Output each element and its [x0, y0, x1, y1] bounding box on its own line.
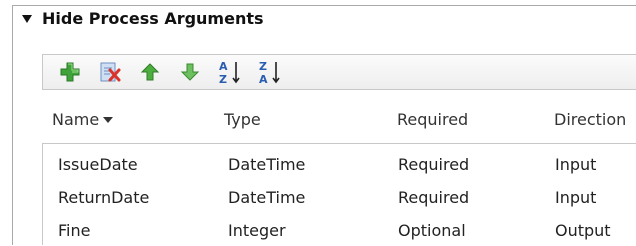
svg-text:A: A [219, 60, 228, 73]
cell-name: IssueDate [58, 155, 138, 174]
column-header-required[interactable]: Required [397, 108, 468, 130]
table-row[interactable]: ReturnDate DateTime Required Input [43, 183, 636, 213]
column-header-name[interactable]: Name [52, 108, 114, 130]
sort-descending-button[interactable]: Z A [257, 59, 283, 85]
svg-text:A: A [259, 73, 268, 85]
section-header[interactable]: Hide Process Arguments [22, 6, 264, 30]
cell-required: Required [398, 188, 470, 207]
sort-ascending-button[interactable]: A Z [217, 59, 243, 85]
column-header-label: Type [224, 109, 261, 129]
column-header-label: Direction [554, 109, 627, 129]
cell-direction: Input [555, 155, 597, 174]
add-icon [60, 62, 80, 82]
arguments-grid: IssueDate DateTime Required Input Return… [42, 143, 636, 245]
section-title: Hide Process Arguments [42, 8, 264, 28]
sort-descending-icon: Z A [259, 60, 280, 85]
svg-text:Z: Z [259, 60, 267, 73]
column-header-type[interactable]: Type [224, 108, 261, 130]
column-header-direction[interactable]: Direction [554, 108, 626, 130]
table-row[interactable]: IssueDate DateTime Required Input [43, 150, 636, 180]
delete-icon [100, 62, 121, 82]
table-row[interactable]: Fine Integer Optional Output [43, 216, 636, 246]
cell-direction: Input [555, 188, 597, 207]
column-header-label: Name [52, 109, 100, 129]
sort-ascending-icon: A Z [219, 60, 240, 85]
cell-type: DateTime [228, 188, 306, 207]
move-up-icon [140, 63, 160, 81]
collapse-arrow-icon[interactable] [22, 14, 32, 23]
move-down-button[interactable] [177, 59, 203, 85]
cell-name: ReturnDate [58, 188, 150, 207]
svg-text:Z: Z [219, 73, 227, 85]
cell-direction: Output [555, 221, 611, 240]
add-argument-button[interactable] [57, 59, 83, 85]
cell-type: DateTime [228, 155, 306, 174]
cell-type: Integer [228, 221, 286, 240]
cell-required: Optional [398, 221, 466, 240]
delete-argument-button[interactable] [97, 59, 123, 85]
sort-caret-icon [103, 117, 114, 123]
cell-required: Required [398, 155, 470, 174]
column-header-label: Required [397, 109, 469, 129]
move-up-button[interactable] [137, 59, 163, 85]
cell-name: Fine [58, 221, 91, 240]
arguments-toolbar: A Z Z A [42, 54, 636, 90]
move-down-icon [180, 63, 200, 81]
